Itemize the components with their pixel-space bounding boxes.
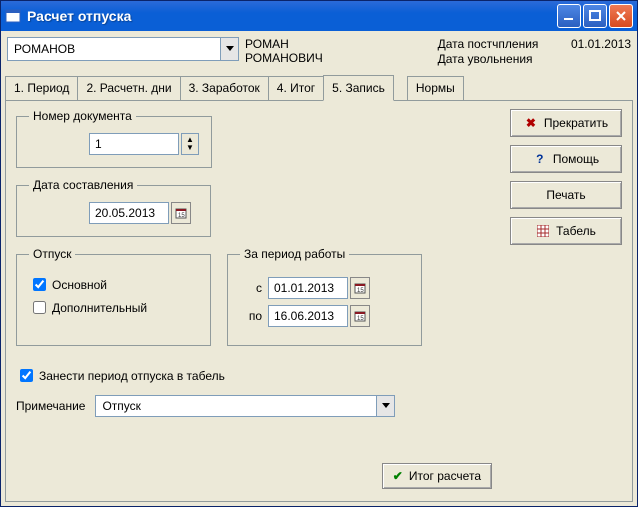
app-icon [5, 8, 21, 24]
period-from-input[interactable]: 01.01.2013 [268, 277, 348, 299]
calendar-icon[interactable]: 15 [350, 277, 370, 299]
work-period-group: За период работы с 01.01.2013 15 по 16.0… [227, 247, 422, 346]
period-to-label: по [240, 309, 268, 323]
svg-text:15: 15 [357, 316, 364, 322]
work-period-legend: За период работы [240, 247, 349, 261]
extra-vacation-checkbox[interactable]: Дополнительный [29, 298, 198, 317]
title-bar: Расчет отпуска [1, 1, 637, 31]
question-icon: ? [533, 152, 547, 166]
result-button[interactable]: ✔ Итог расчета [382, 463, 492, 489]
help-button-label: Помощь [553, 152, 599, 166]
help-button[interactable]: ? Помощь [510, 145, 622, 173]
doc-number-label: Номер документа [29, 109, 136, 123]
extra-vacation-label: Дополнительный [52, 301, 147, 315]
maximize-button[interactable] [583, 4, 607, 28]
doc-date-label: Дата составления [29, 178, 137, 192]
employee-combo-text: РОМАНОВ [8, 42, 220, 56]
tab-bar: 1. Период 2. Расчетн. дни 3. Заработок 4… [5, 75, 633, 100]
main-vacation-checkbox[interactable]: Основной [29, 275, 198, 294]
chevron-down-icon[interactable] [376, 396, 394, 416]
doc-number-spinner[interactable]: ▲ ▼ [181, 133, 199, 155]
svg-text:15: 15 [178, 213, 185, 219]
close-button[interactable] [609, 4, 633, 28]
vacation-type-group: Отпуск Основной Дополнительный [16, 247, 211, 346]
print-button[interactable]: Печать [510, 181, 622, 209]
print-button-label: Печать [546, 188, 585, 202]
tab-earnings[interactable]: 3. Заработок [180, 76, 269, 100]
tab-norms[interactable]: Нормы [407, 76, 464, 100]
doc-date-group: Дата составления 20.05.2013 15 [16, 178, 211, 237]
vacation-type-legend: Отпуск [29, 247, 75, 261]
tab-panel: Номер документа 1 ▲ ▼ Дата составления 2… [5, 100, 633, 502]
extra-vacation-input[interactable] [33, 301, 46, 314]
main-vacation-label: Основной [52, 278, 107, 292]
tabel-button[interactable]: Табель [510, 217, 622, 245]
note-combo-text: Отпуск [96, 399, 376, 413]
calendar-icon[interactable]: 15 [171, 202, 191, 224]
chevron-down-icon[interactable] [220, 38, 238, 60]
tab-result[interactable]: 4. Итог [268, 76, 324, 100]
doc-number-group: Номер документа 1 ▲ ▼ [16, 109, 212, 168]
stop-button[interactable]: ✖ Прекратить [510, 109, 622, 137]
spin-down-icon: ▼ [186, 144, 194, 152]
add-to-tabel-label: Занести период отпуска в табель [39, 369, 225, 383]
main-vacation-input[interactable] [33, 278, 46, 291]
tab-record[interactable]: 5. Запись [323, 75, 394, 101]
add-to-tabel-checkbox[interactable]: Занести период отпуска в табель [16, 366, 502, 385]
window-title: Расчет отпуска [27, 8, 555, 24]
tabel-button-label: Табель [556, 224, 596, 238]
doc-date-input[interactable]: 20.05.2013 [89, 202, 169, 224]
hire-date-value: 01.01.2013 [571, 37, 631, 51]
minimize-button[interactable] [557, 4, 581, 28]
employee-full-name: РОМАН РОМАНОВИЧ [245, 37, 395, 65]
tab-period[interactable]: 1. Период [5, 76, 78, 100]
add-to-tabel-input[interactable] [20, 369, 33, 382]
fire-date-label: Дата увольнения [438, 52, 568, 67]
check-icon: ✔ [393, 469, 403, 483]
svg-text:15: 15 [357, 288, 364, 294]
tab-calc-days[interactable]: 2. Расчетн. дни [77, 76, 180, 100]
period-to-input[interactable]: 16.06.2013 [268, 305, 348, 327]
result-button-label: Итог расчета [409, 469, 481, 483]
stop-button-label: Прекратить [544, 116, 608, 130]
employee-combo[interactable]: РОМАНОВ [7, 37, 239, 61]
note-label: Примечание [16, 399, 85, 413]
calendar-icon[interactable]: 15 [350, 305, 370, 327]
hire-date-label: Дата постчпления [438, 37, 568, 52]
grid-icon [536, 224, 550, 238]
note-combo[interactable]: Отпуск [95, 395, 395, 417]
doc-number-input[interactable]: 1 [89, 133, 179, 155]
x-icon: ✖ [524, 116, 538, 130]
period-from-label: с [240, 281, 268, 295]
employment-dates: Дата постчпления 01.01.2013 Дата увольне… [438, 37, 631, 67]
